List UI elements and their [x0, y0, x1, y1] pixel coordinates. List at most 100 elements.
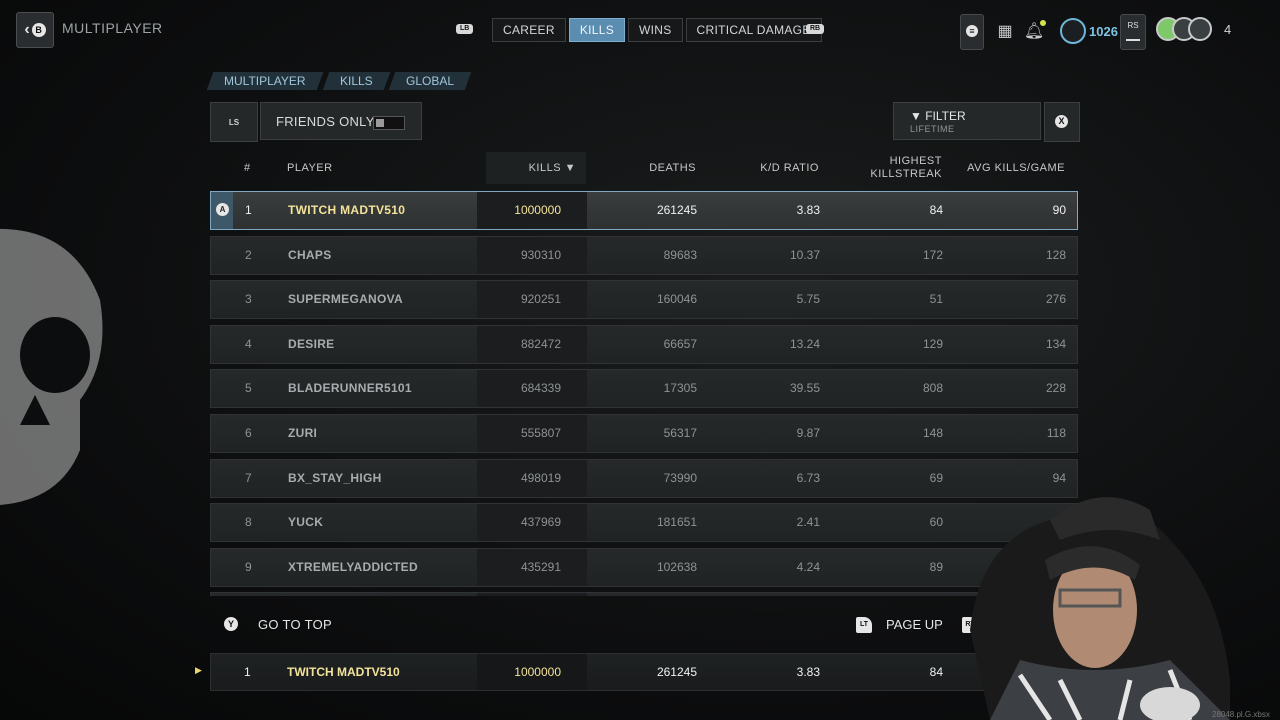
cell-deaths: 160046: [656, 292, 697, 307]
skull-emblem-icon: [0, 229, 103, 505]
back-button[interactable]: ‹ B: [16, 12, 54, 48]
cell-kills: 1000000: [514, 665, 561, 679]
cell-kd: 10.37: [789, 247, 820, 262]
cell-rank: 10: [245, 593, 258, 596]
cell-kd: 5.75: [796, 292, 820, 307]
tab-critical-damage[interactable]: CRITICAL DAMAGE: [685, 18, 822, 42]
cell-avg: 118: [1046, 425, 1066, 440]
table-row[interactable]: A 1 TWITCH MADTV510 1000000 261245 3.83 84 90: [210, 191, 1078, 230]
cell-rank: 8: [245, 515, 252, 530]
y-key-icon: Y: [224, 617, 238, 631]
cell-kills: 415086: [481, 593, 561, 596]
table-row[interactable]: 4 DESIRE 882472 66657 13.24 129 134: [210, 324, 1078, 364]
cell-player: CHAPS: [288, 247, 332, 262]
col-deaths[interactable]: DEATHS: [630, 162, 696, 174]
breadcrumb-global: GLOBAL: [389, 72, 472, 90]
cell-rank: 1: [245, 203, 252, 217]
friends-only-toggle[interactable]: FRIENDS ONLY: [260, 102, 422, 140]
tab-career[interactable]: CAREER: [492, 18, 566, 42]
cell-deaths: 261245: [656, 665, 697, 679]
b-key-icon: B: [31, 23, 46, 37]
page-title: MULTIPLAYER: [62, 20, 163, 36]
cell-player: TWITCH MADTV510: [288, 203, 406, 217]
toggle-switch[interactable]: [373, 116, 405, 130]
cell-kd: 3.83: [796, 203, 820, 217]
col-kills[interactable]: KILLS ▼: [520, 162, 576, 174]
cell-player: ANXIETYყ: [288, 593, 349, 596]
col-kd-ratio[interactable]: K/D RATIO: [730, 162, 819, 174]
cell-kills: 684339: [520, 381, 561, 396]
tab-wins[interactable]: WINS: [628, 18, 683, 42]
watermark: 28048.pl.G.xbsx: [1212, 710, 1270, 719]
cell-kd: 3.83: [796, 665, 820, 679]
webcam-overlay: [970, 497, 1230, 720]
breadcrumb: MULTIPLAYER KILLS GLOBAL: [206, 72, 472, 90]
rs-button[interactable]: RS: [1120, 14, 1146, 50]
cell-kd: 13.24: [789, 336, 820, 351]
chevron-left-icon: ‹: [24, 21, 30, 38]
cell-streak: 129: [922, 336, 943, 351]
rb-key-icon: RB: [806, 24, 825, 34]
my-rank-arrow-icon: ▶: [195, 665, 202, 675]
grid-icon[interactable]: ▦: [993, 14, 1017, 48]
cell-rank: 1: [244, 665, 251, 679]
cell-kd: 6.73: [796, 470, 820, 485]
x-button[interactable]: X: [1044, 102, 1080, 142]
col-avg-kills-game[interactable]: AVG KILLS/GAME: [950, 162, 1065, 174]
cell-rank: 3: [245, 292, 252, 307]
cell-player: ZURI: [288, 425, 318, 440]
filter-button[interactable]: ▼ FILTER LIFETIME: [893, 102, 1041, 140]
tab-kills[interactable]: KILLS: [568, 18, 626, 42]
table-row[interactable]: 6 ZURI 555807 56317 9.87 148 118: [210, 413, 1078, 453]
cell-player: DESIRE: [288, 336, 335, 351]
cell-kills: 1000000: [514, 203, 561, 217]
cell-rank: 2: [245, 247, 252, 262]
cell-deaths: 73990: [663, 470, 697, 485]
cell-avg: 128: [1045, 247, 1066, 262]
cell-deaths: 261245: [656, 203, 697, 217]
cell-kd: 9.87: [796, 425, 820, 440]
cell-avg: 228: [1045, 381, 1066, 396]
cell-player: TWITCH MADTV510: [287, 665, 400, 679]
cell-deaths: 56317: [663, 425, 697, 440]
cell-rank: 5: [245, 381, 252, 396]
cell-streak: 172: [922, 247, 943, 262]
cell-streak: 84: [929, 203, 943, 217]
x-key-icon: X: [1055, 115, 1068, 128]
filter-icon: ▼: [910, 109, 926, 123]
menu-button[interactable]: ≡: [960, 14, 984, 50]
cell-avg: 276: [1045, 292, 1066, 307]
cod-points-value: 1026: [1089, 23, 1118, 39]
cell-kd: 2.45: [741, 593, 820, 596]
cell-kills: 920251: [520, 292, 561, 307]
cell-kills: 930310: [520, 247, 561, 262]
cell-rank: 6: [245, 425, 252, 440]
stat-tabs: CAREER KILLS WINS CRITICAL DAMAGE: [492, 18, 822, 42]
lb-key-icon: LB: [456, 24, 474, 34]
cell-streak: 808: [922, 381, 943, 396]
table-row[interactable]: 2 CHAPS 930310 89683 10.37 172 128: [210, 235, 1078, 275]
cell-rank: 4: [245, 336, 252, 351]
table-row[interactable]: 5 BLADERUNNER5101 684339 17305 39.55 808 228: [210, 369, 1078, 409]
cell-deaths: 66657: [663, 336, 697, 351]
go-to-top-button[interactable]: GO TO TOP: [258, 617, 332, 632]
cell-rank: 9: [245, 559, 252, 574]
cell-deaths: 102638: [656, 559, 697, 574]
cell-kills: 435291: [520, 559, 561, 574]
cell-streak: 51: [929, 292, 943, 307]
filter-label: FILTER: [925, 109, 966, 123]
ls-stick-button[interactable]: LS: [210, 102, 258, 142]
cell-deaths: 89683: [663, 247, 697, 262]
cell-deaths: 169684: [611, 593, 697, 596]
cell-deaths: 17305: [663, 381, 697, 396]
cod-points[interactable]: 1026: [1060, 18, 1118, 44]
menu-icon: ≡: [966, 25, 978, 37]
cell-avg: 134: [1045, 336, 1066, 351]
table-row[interactable]: 3 SUPERMEGANOVA 920251 160046 5.75 51 276: [210, 280, 1078, 320]
party-indicator[interactable]: 4: [1156, 17, 1231, 41]
col-highest-killstreak[interactable]: HIGHEST KILLSTREAK: [850, 155, 942, 181]
party-count: 4: [1224, 21, 1232, 37]
cell-kd: 4.24: [796, 559, 820, 574]
cell-kd: 2.41: [796, 515, 820, 530]
col-player[interactable]: PLAYER: [287, 162, 333, 174]
